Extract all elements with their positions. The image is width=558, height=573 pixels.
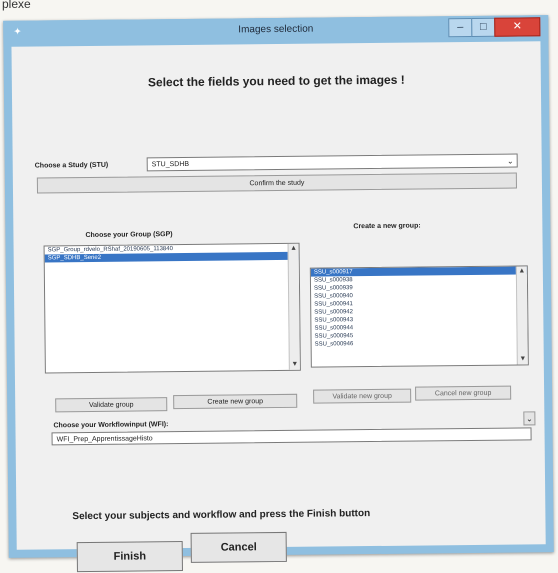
workflow-select-value: WFI_Prep_ApprentissageHisto	[56, 435, 153, 444]
validate-new-group-button[interactable]: Validate new group	[313, 388, 412, 404]
scroll-up-icon[interactable]: ▲	[289, 244, 299, 254]
chevron-down-icon: ⌄	[525, 414, 533, 424]
group-scrollbar[interactable]: ▲ ▼	[287, 243, 300, 370]
workflow-label: Choose your Workflowinput (WFI):	[53, 421, 169, 430]
maximize-button[interactable]: □	[471, 17, 496, 37]
study-label: Choose a Study (STU)	[34, 161, 109, 170]
subjects-listbox[interactable]: SSU_s000917 SSU_s000938 SSU_s000939 SSU_…	[309, 265, 529, 368]
study-select[interactable]: STU_SDHB ⌄	[146, 153, 518, 172]
images-selection-window: ✦ Images selection – □ ✕ Select the fiel…	[3, 15, 554, 573]
list-item[interactable]: SGP_SDHB_Serie2	[44, 251, 299, 263]
window-title: Images selection	[238, 23, 314, 36]
group-label: Choose your Group (SGP)	[85, 231, 173, 240]
app-icon: ✦	[13, 26, 22, 38]
scroll-up-icon[interactable]: ▲	[517, 266, 527, 276]
close-button[interactable]: ✕	[494, 17, 541, 37]
minimize-button[interactable]: –	[448, 17, 473, 38]
cancel-new-group-button[interactable]: Cancel new group	[415, 385, 512, 401]
scroll-down-icon[interactable]: ▼	[290, 360, 300, 370]
group-listbox[interactable]: SGP_Group_rdvelo_RShaf_20190605_113840 S…	[43, 242, 301, 374]
validate-group-button[interactable]: Validate group	[55, 397, 168, 413]
new-group-label: Create a new group:	[353, 222, 421, 231]
scroll-down-icon[interactable]: ▼	[518, 354, 528, 364]
create-group-button[interactable]: Create new group	[173, 393, 298, 410]
window-content: Select the fields you need to get the im…	[11, 41, 546, 573]
list-item[interactable]: SSU_s000946	[312, 338, 528, 348]
workflow-select[interactable]: WFI_Prep_ApprentissageHisto	[51, 427, 532, 446]
document-text-fragment: plexe	[2, 0, 31, 11]
cancel-button[interactable]: Cancel	[190, 531, 287, 563]
workflow-dropdown-button[interactable]: ⌄	[523, 411, 536, 426]
chevron-down-icon: ⌄	[506, 156, 514, 166]
confirm-study-button[interactable]: Confirm the study	[36, 172, 517, 194]
instruction-text: Select your subjects and workflow and pr…	[72, 508, 371, 523]
subjects-scrollbar[interactable]: ▲ ▼	[515, 266, 528, 365]
study-select-value: STU_SDHB	[151, 160, 190, 169]
page-title: Select the fields you need to get the im…	[147, 72, 405, 90]
